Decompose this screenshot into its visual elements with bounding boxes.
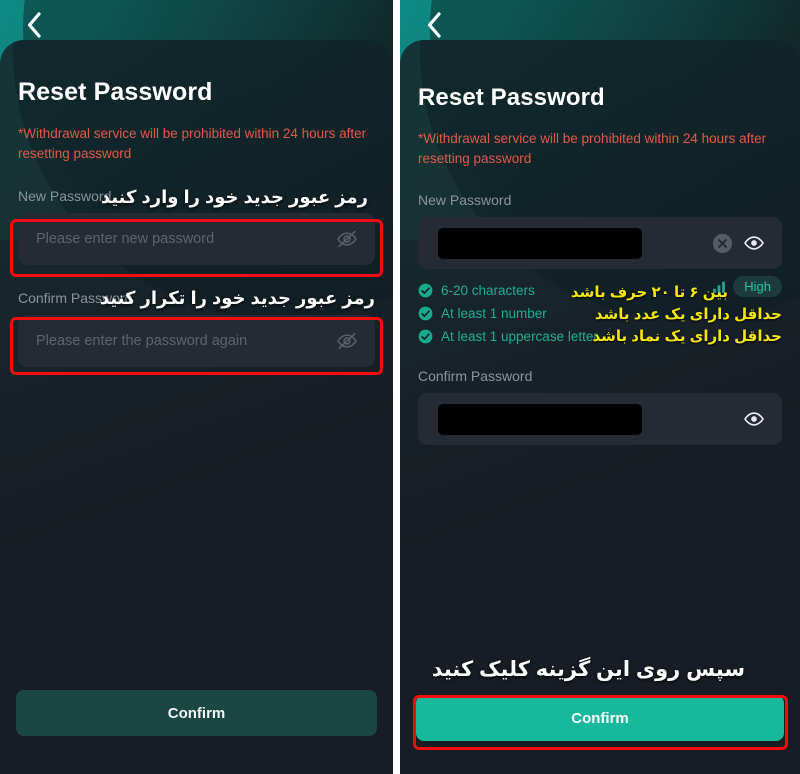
new-password-input[interactable] xyxy=(418,217,782,270)
annotation-text-click-confirm: سپس روی این گزینه کلیک کنید xyxy=(431,658,745,681)
annotation-text-number-rule: حداقل دارای یک عدد باشد xyxy=(594,306,782,323)
chevron-left-icon xyxy=(27,12,41,38)
right-footer: Confirm xyxy=(400,695,800,774)
check-circle-icon xyxy=(418,306,433,321)
panel-divider xyxy=(393,0,400,774)
withdrawal-warning-text: *Withdrawal service will be prohibited w… xyxy=(418,131,767,166)
withdrawal-warning-text: *Withdrawal service will be prohibited w… xyxy=(18,126,367,161)
confirm-password-visibility-toggle[interactable] xyxy=(331,325,363,357)
back-button[interactable] xyxy=(14,6,54,44)
chevron-left-icon xyxy=(427,12,441,38)
eye-icon xyxy=(744,412,764,426)
annotation-text-length-rule: بین ۶ تا ۲۰ حرف باشد xyxy=(570,284,728,301)
check-circle-icon xyxy=(418,283,433,298)
confirm-password-visibility-toggle[interactable] xyxy=(738,403,770,435)
confirm-password-label: Confirm Password xyxy=(418,368,533,385)
left-footer: Confirm xyxy=(0,690,393,774)
comparison-screenshot: Reset Password *Withdrawal service will … xyxy=(0,0,800,774)
eye-off-icon xyxy=(337,230,357,248)
annotation-text-enter-new-password: رمز عبور جدید خود را وارد کنید xyxy=(100,187,368,207)
confirm-password-value-redacted xyxy=(438,403,642,435)
new-password-clear-button[interactable] xyxy=(706,227,738,259)
left-phone-screen: Reset Password *Withdrawal service will … xyxy=(0,0,393,774)
new-password-visibility-toggle[interactable] xyxy=(331,223,363,255)
check-circle-icon xyxy=(418,329,433,344)
confirm-button[interactable]: Confirm xyxy=(416,695,784,741)
new-password-visibility-toggle[interactable] xyxy=(738,227,770,259)
password-rule-label: At least 1 uppercase letter xyxy=(441,329,598,345)
new-password-label: New Password xyxy=(418,192,512,209)
new-password-value-redacted xyxy=(438,227,642,259)
confirm-button[interactable]: Confirm xyxy=(16,690,377,736)
confirm-password-input[interactable] xyxy=(418,393,782,446)
password-rule-label: At least 1 number xyxy=(441,306,547,322)
left-content-card: Reset Password *Withdrawal service will … xyxy=(0,40,393,774)
page-title: Reset Password xyxy=(18,78,213,106)
circle-x-icon xyxy=(712,233,732,253)
back-button[interactable] xyxy=(414,6,454,44)
confirm-password-input[interactable]: Please enter the password again xyxy=(18,315,375,368)
annotation-text-symbol-rule: حداقل دارای یک نماد باشد xyxy=(592,328,782,345)
confirm-password-placeholder: Please enter the password again xyxy=(36,333,248,350)
right-phone-screen: Reset Password *Withdrawal service will … xyxy=(400,0,800,774)
password-strength-label: High xyxy=(733,276,782,297)
page-title: Reset Password xyxy=(418,84,605,111)
eye-icon xyxy=(744,236,764,250)
new-password-input[interactable]: Please enter new password xyxy=(18,213,375,266)
new-password-placeholder: Please enter new password xyxy=(36,231,215,248)
annotation-text-repeat-new-password: رمز عبور جدید خود را تکرار کنید xyxy=(99,288,375,308)
password-rule-label: 6-20 characters xyxy=(441,283,535,299)
eye-off-icon xyxy=(337,332,357,350)
